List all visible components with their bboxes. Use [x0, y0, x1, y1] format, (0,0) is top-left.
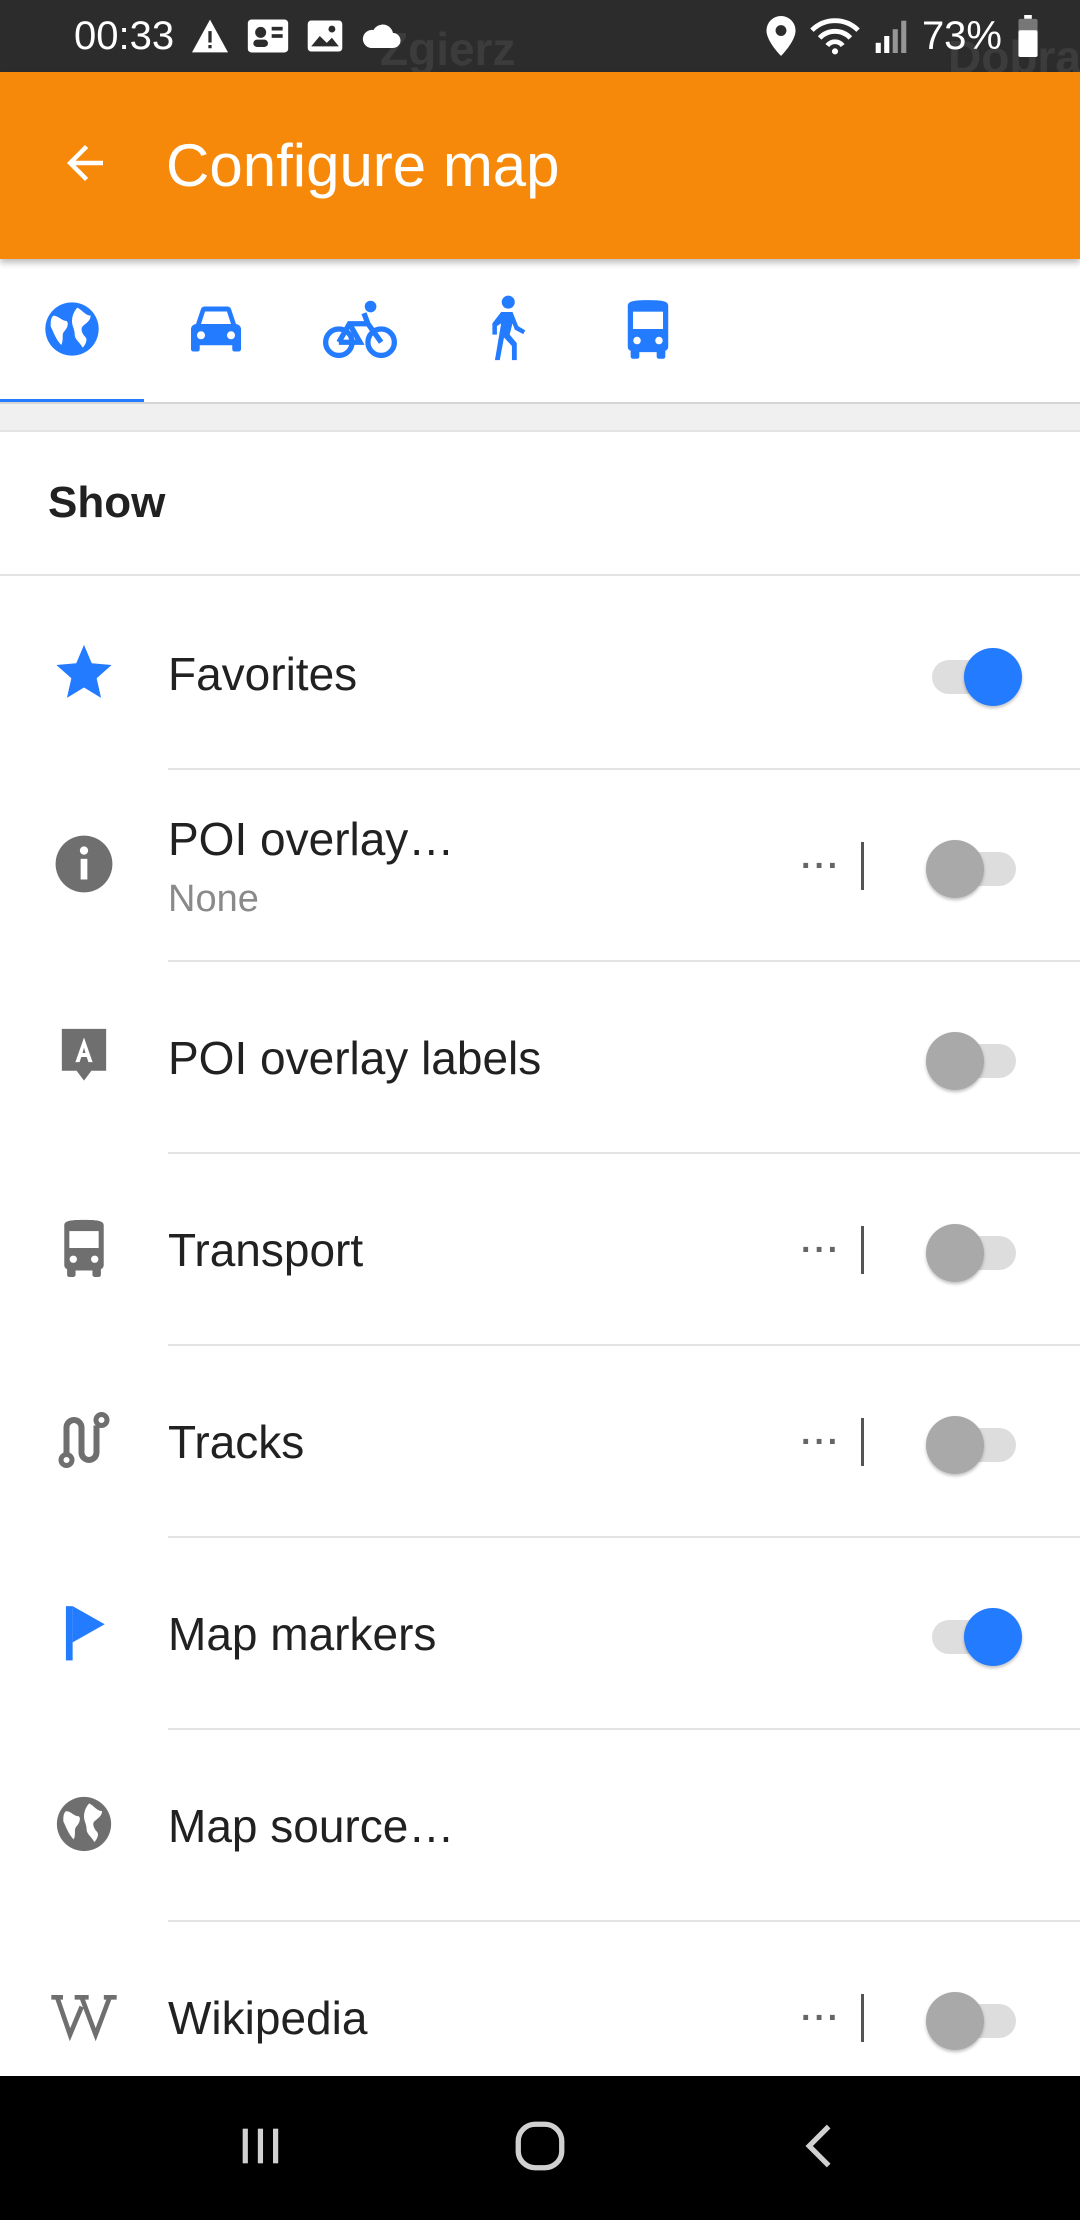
row-divider — [861, 1418, 864, 1466]
recent-apps-icon — [234, 2120, 286, 2177]
page-title: Configure map — [166, 132, 560, 199]
status-time: 00:33 — [74, 13, 175, 58]
status-bar: Zgierz Dobra 00:33 73% — [0, 0, 1080, 83]
battery-percent: 73% — [921, 13, 1002, 58]
home-icon — [511, 2117, 569, 2180]
walk-icon — [480, 295, 528, 368]
more-dots-icon: ··· — [801, 1998, 841, 2037]
cloud-icon — [360, 21, 402, 51]
list-item-poi-overlay[interactable]: POI overlay… None ··· — [0, 770, 1080, 962]
flag-icon — [59, 1601, 109, 1668]
more-button[interactable]: ··· — [791, 1220, 851, 1280]
recent-apps-button[interactable] — [205, 2093, 315, 2203]
home-button[interactable] — [485, 2093, 595, 2203]
poi-overlay-toggle[interactable] — [926, 836, 1022, 898]
wikipedia-icon — [49, 1990, 119, 2047]
tracks-toggle[interactable] — [926, 1412, 1022, 1474]
list-item-title: POI overlay labels — [168, 1032, 542, 1084]
battery-icon — [1016, 15, 1040, 57]
more-dots-icon: ··· — [801, 1422, 841, 1461]
more-button[interactable]: ··· — [791, 836, 851, 896]
system-back-button[interactable] — [765, 2093, 875, 2203]
image-icon — [306, 18, 344, 54]
contacts-icon — [246, 17, 290, 55]
list-item-tracks[interactable]: Tracks ··· — [0, 1346, 1080, 1538]
globe-icon — [53, 1793, 115, 1860]
track-icon — [54, 1409, 114, 1476]
row-divider — [861, 1994, 864, 2042]
star-icon — [53, 641, 115, 708]
back-button[interactable] — [40, 121, 130, 211]
list-item-map-markers[interactable]: Map markers — [0, 1538, 1080, 1730]
wifi-icon — [810, 16, 860, 56]
more-button[interactable]: ··· — [791, 1412, 851, 1472]
info-icon — [53, 833, 115, 900]
location-icon — [766, 16, 796, 56]
list-item-title: Tracks — [168, 1416, 305, 1468]
bus-icon — [622, 297, 674, 366]
layers-list: Favorites POI overlay… None ··· POI over… — [0, 578, 1080, 2114]
arrow-left-icon — [58, 136, 112, 195]
profile-tabs — [0, 259, 1080, 404]
signal-icon — [874, 19, 908, 53]
list-item-transport[interactable]: Transport ··· — [0, 1154, 1080, 1346]
tab-pedestrian[interactable] — [432, 259, 576, 404]
bus-icon — [58, 1217, 110, 1284]
more-button[interactable]: ··· — [791, 1988, 851, 2048]
warning-icon — [190, 18, 230, 54]
list-item-title: POI overlay… — [168, 812, 455, 865]
list-item-subtitle: None — [168, 877, 259, 920]
list-item-title: Wikipedia — [168, 1992, 368, 2044]
list-item-title: Map markers — [168, 1608, 437, 1660]
list-item-poi-overlay-labels[interactable]: POI overlay labels — [0, 962, 1080, 1154]
list-item-title: Favorites — [168, 648, 358, 700]
section-title: Show — [48, 478, 166, 527]
back-icon — [794, 2120, 846, 2177]
tab-browse-map[interactable] — [0, 259, 144, 404]
map-markers-toggle[interactable] — [926, 1604, 1022, 1666]
label-icon — [55, 1024, 113, 1093]
list-item-map-source[interactable]: Map source… — [0, 1730, 1080, 1922]
app-bar: Configure map — [0, 72, 1080, 259]
car-icon — [186, 301, 246, 362]
tab-car[interactable] — [144, 259, 288, 404]
tab-public-transport[interactable] — [576, 259, 720, 404]
row-divider — [861, 1226, 864, 1274]
system-nav-bar — [0, 2076, 1080, 2220]
list-item-title: Transport — [168, 1224, 364, 1276]
tab-bicycle[interactable] — [288, 259, 432, 404]
bicycle-icon — [323, 297, 397, 366]
transport-toggle[interactable] — [926, 1220, 1022, 1282]
poi-labels-toggle[interactable] — [926, 1028, 1022, 1090]
wikipedia-toggle[interactable] — [926, 1988, 1022, 2050]
row-divider — [861, 842, 864, 890]
list-item-title: Map source… — [168, 1800, 455, 1852]
favorites-toggle[interactable] — [926, 644, 1022, 706]
more-dots-icon: ··· — [801, 846, 841, 885]
list-item-favorites[interactable]: Favorites — [0, 578, 1080, 770]
more-dots-icon: ··· — [801, 1230, 841, 1269]
tabs-divider — [0, 402, 1080, 432]
section-header: Show — [0, 432, 1080, 576]
globe-icon — [40, 297, 104, 366]
